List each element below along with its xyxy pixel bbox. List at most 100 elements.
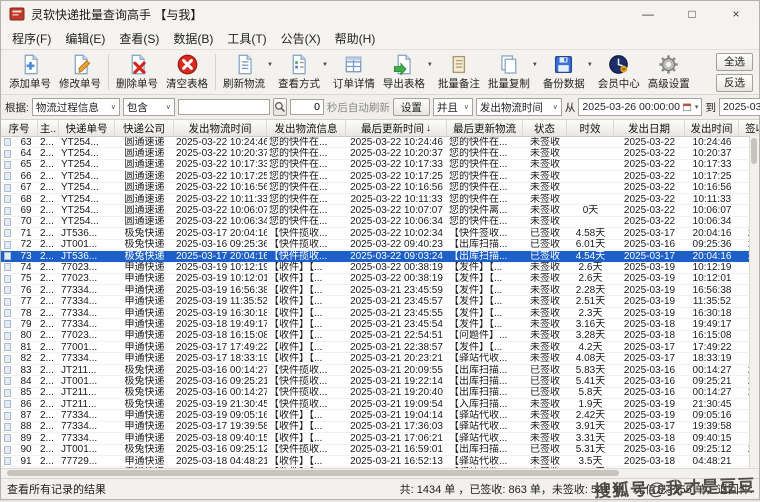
- close-button[interactable]: ×: [727, 7, 745, 21]
- filter-bar: 根据: 物流过程信息∨ 包含∨ 秒后自动刷新 设置 并且∨ 发出物流时间∨ 从 …: [1, 95, 759, 120]
- table-row[interactable]: 882...77334...申通快递2025-03-17 19:39:58【收件…: [1, 422, 759, 433]
- table-row[interactable]: 792...77334...申通快递2025-03-18 19:49:17【收件…: [1, 319, 759, 330]
- menu-item-6[interactable]: 公告(X): [274, 28, 328, 49]
- horizontal-scrollbar-thumb[interactable]: [7, 470, 619, 476]
- vertical-scrollbar-thumb[interactable]: [751, 138, 757, 164]
- menu-item-1[interactable]: 程序(F): [5, 28, 58, 49]
- menu-item-3[interactable]: 查看(S): [112, 28, 166, 49]
- cell-11: 2025-03-19: [614, 285, 685, 296]
- add-number-button[interactable]: 添加单号: [5, 53, 55, 92]
- dropdown-arrow-icon[interactable]: ▼: [587, 62, 593, 68]
- filter-and-select[interactable]: 并且∨: [433, 98, 473, 116]
- table-row[interactable]: 912...77729...申通快递2025-03-18 04:48:21【收件…: [1, 456, 759, 467]
- menu-item-5[interactable]: 工具(T): [220, 28, 273, 49]
- table-row[interactable]: 692...YT254...圆通速递2025-03-22 10:06:07您的快…: [1, 205, 759, 216]
- minimize-button[interactable]: —: [639, 7, 657, 21]
- auto-refresh-seconds-input[interactable]: [290, 99, 324, 115]
- column-header-1[interactable]: 序号: [1, 120, 38, 136]
- batch-copy-button[interactable]: 批量复制: [484, 53, 534, 92]
- dropdown-arrow-icon[interactable]: ▼: [322, 62, 328, 68]
- table-row[interactable]: 702...YT254...圆通速递2025-03-22 10:06:34您的快…: [1, 217, 759, 228]
- table-row[interactable]: 662...YT254...圆通速递2025-03-22 10:17:25您的快…: [1, 171, 759, 182]
- time-field-select[interactable]: 发出物流时间∨: [476, 98, 562, 116]
- cell-3: 77729...: [59, 456, 115, 467]
- filter-op-select[interactable]: 包含∨: [123, 98, 175, 116]
- advanced-settings-button[interactable]: 高级设置: [644, 53, 694, 92]
- select-all-button[interactable]: 全选: [716, 53, 753, 71]
- table-row[interactable]: 682...YT254...圆通速递2025-03-22 10:11:33您的快…: [1, 194, 759, 205]
- table-row[interactable]: 892...77334...申通快递2025-03-18 09:40:15【收件…: [1, 433, 759, 444]
- cell-1: 63: [14, 137, 38, 148]
- cell-4: 圆通速递: [115, 148, 174, 159]
- column-header-5[interactable]: 发出物流时间: [174, 120, 267, 136]
- table-row[interactable]: 782...77334...申通快递2025-03-19 16:30:18【收件…: [1, 308, 759, 319]
- table-row[interactable]: 722...JT001...极兔快递2025-03-16 09:25:36【快件…: [1, 240, 759, 251]
- to-date-input[interactable]: 2025-03-26 23:59:59 ▾: [719, 98, 760, 116]
- table-row[interactable]: 632...YT254...圆通速递2025-03-22 10:24:46您的快…: [1, 137, 759, 148]
- table-row[interactable]: 872...77334...申通快递2025-03-19 09:05:16【收件…: [1, 410, 759, 421]
- column-header-8[interactable]: 最后更新物流: [447, 120, 523, 136]
- table-row[interactable]: 742...77023...申通快递2025-03-19 10:12:19【收件…: [1, 262, 759, 273]
- dropdown-arrow-icon[interactable]: ▼: [267, 62, 273, 68]
- cell-2: 2...: [38, 342, 59, 353]
- column-header-4[interactable]: 快递公司: [115, 120, 174, 136]
- view-mode-button[interactable]: 查看方式: [274, 53, 324, 92]
- menu-item-2[interactable]: 编辑(E): [58, 28, 112, 49]
- column-header-13[interactable]: 签收..: [739, 120, 759, 136]
- table-row[interactable]: 772...77334...申通快递2025-03-19 11:35:52【收件…: [1, 296, 759, 307]
- edit-number-button[interactable]: 修改单号: [55, 53, 105, 92]
- member-center-button[interactable]: 会员中心: [594, 53, 644, 92]
- table-row[interactable]: 852...JT211...极兔快递2025-03-16 00:14:27【快件…: [1, 388, 759, 399]
- column-header-2[interactable]: 主..: [38, 120, 59, 136]
- delete-number-button[interactable]: 删除单号: [112, 53, 162, 92]
- maximize-button[interactable]: □: [683, 7, 701, 21]
- backup-data-button[interactable]: 备份数据: [539, 53, 589, 92]
- filter-keyword-input[interactable]: [178, 99, 270, 115]
- export-table-button[interactable]: 导出表格: [379, 53, 429, 92]
- dropdown-arrow-icon[interactable]: ▼: [427, 62, 433, 68]
- table-row[interactable]: 642...YT254...圆通速递2025-03-22 10:20:37您的快…: [1, 148, 759, 159]
- cell-5: 2025-03-17 19:39:58: [174, 421, 267, 432]
- table-row[interactable]: 802...77023...申通快递2025-03-18 16:15:08【收件…: [1, 331, 759, 342]
- from-date-input[interactable]: 2025-03-26 00:00:00 ▾: [578, 98, 702, 116]
- column-header-12[interactable]: 发出时间: [685, 120, 739, 136]
- menu-item-7[interactable]: 帮助(H): [328, 28, 383, 49]
- menu-item-4[interactable]: 数据(B): [166, 28, 220, 49]
- invert-select-button[interactable]: 反选: [716, 74, 753, 92]
- table-row[interactable]: 862...JT211...极兔快递2025-03-19 21:30:45【快件…: [1, 399, 759, 410]
- order-detail-button[interactable]: 订单详情: [329, 53, 379, 92]
- table-row[interactable]: 672...YT254...圆通速递2025-03-22 10:16:56您的快…: [1, 183, 759, 194]
- cell-10: 5.41天: [567, 376, 614, 387]
- cell-4: 申通快递: [115, 296, 174, 307]
- table-row[interactable]: 752...77023...申通快递2025-03-19 10:12:01【收件…: [1, 274, 759, 285]
- column-header-11[interactable]: 发出日期: [614, 120, 685, 136]
- table-row[interactable]: 762...77334...申通快递2025-03-19 16:56:38【收件…: [1, 285, 759, 296]
- horizontal-scrollbar[interactable]: [1, 468, 759, 478]
- refresh-logistics-button[interactable]: 刷新物流: [219, 53, 269, 92]
- window-title: 灵软快递批量查询高手 【与我】: [31, 6, 202, 23]
- table-row[interactable]: 732...JT536...极兔快递2025-03-17 20:04:16【快件…: [1, 251, 759, 262]
- filter-search-button[interactable]: [273, 98, 287, 116]
- filter-field-select[interactable]: 物流过程信息∨: [32, 98, 120, 116]
- column-header-6[interactable]: 发出物流信息: [267, 120, 346, 136]
- table-row[interactable]: 812...77001...申通快递2025-03-17 17:49:22【收件…: [1, 342, 759, 353]
- dropdown-arrow-icon[interactable]: ▼: [532, 62, 538, 68]
- cell-11: 2025-03-22: [614, 205, 685, 216]
- cell-6: 【收件】【...: [267, 421, 346, 432]
- clear-table-button[interactable]: 清空表格: [162, 53, 212, 92]
- vertical-scrollbar[interactable]: [749, 136, 759, 468]
- table-row[interactable]: 842...JT001...极兔快递2025-03-16 09:25:21【快件…: [1, 376, 759, 387]
- column-header-7[interactable]: 最后更新时间↓: [346, 120, 447, 136]
- column-header-10[interactable]: 时效: [567, 120, 614, 136]
- table-row[interactable]: 712...JT536...极兔快递2025-03-17 20:04:16【快件…: [1, 228, 759, 239]
- column-header-9[interactable]: 状态: [523, 120, 567, 136]
- settings-button[interactable]: 设置: [393, 98, 430, 116]
- table-row[interactable]: 822...77334...申通快递2025-03-17 18:33:19【收件…: [1, 353, 759, 364]
- cell-8: 【发件】【...: [447, 273, 523, 284]
- column-header-3[interactable]: 快递单号: [59, 120, 115, 136]
- batch-note-button[interactable]: 批量备注: [434, 53, 484, 92]
- table-row[interactable]: 902...JT001...极兔快递2025-03-16 09:25:12【快件…: [1, 445, 759, 456]
- table-row[interactable]: 832...JT211...极兔快递2025-03-16 00:14:27【快件…: [1, 365, 759, 376]
- cell-9: 已签收: [523, 376, 567, 387]
- table-row[interactable]: 652...YT254...圆通速递2025-03-22 10:17:33您的快…: [1, 160, 759, 171]
